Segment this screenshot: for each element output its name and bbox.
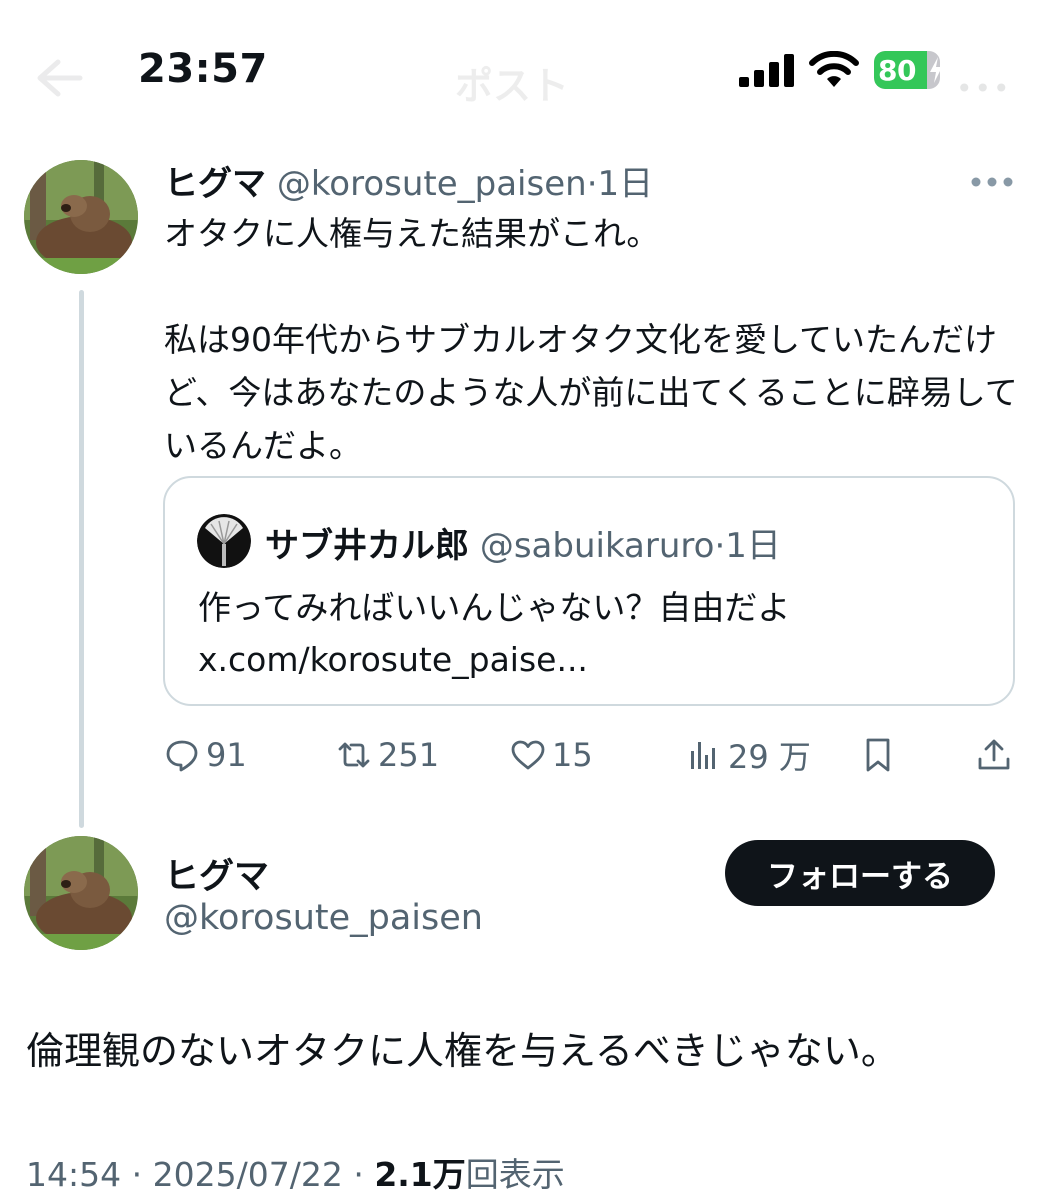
reply-count: 91 <box>206 736 247 774</box>
tweet-header: ヒグマ @korosute_paisen·1日 <box>164 156 653 205</box>
cellular-signal-icon <box>739 54 794 87</box>
reply-author-name[interactable]: ヒグマ <box>164 848 269 899</box>
views-chart-icon <box>691 742 715 769</box>
quote-author-handle: @sabuikaruro <box>479 526 715 566</box>
reply-button[interactable]: 91 <box>164 730 247 780</box>
status-bar: ポスト 23:57 80 ••• <box>0 0 1042 130</box>
follow-button[interactable]: フォローする <box>725 840 995 906</box>
post-meta: 14:54 · 2025/07/22 · 2.1万回表示 <box>26 1148 565 1196</box>
post-time: 14:54 <box>26 1155 122 1194</box>
post-date: 2025/07/22 <box>152 1155 343 1194</box>
share-icon <box>978 739 1010 770</box>
quote-separator-dot: · <box>714 526 726 566</box>
status-time: 23:57 <box>138 46 268 92</box>
separator-dot: · <box>586 164 598 204</box>
thread-line <box>79 290 84 828</box>
author-handle[interactable]: @korosute_paisen <box>277 164 587 204</box>
avatar[interactable] <box>24 160 138 274</box>
quoted-post-card[interactable]: サブ井カル郎 @sabuikaruro·1日 作ってみればいいんじゃない？自由だ… <box>163 476 1015 706</box>
more-options-icon[interactable] <box>970 176 1014 188</box>
fan-logo-image <box>197 514 251 568</box>
charging-bolt-icon <box>930 57 942 83</box>
bookmark-button[interactable] <box>860 730 902 780</box>
reply-avatar[interactable] <box>24 836 138 950</box>
repost-count: 251 <box>378 736 440 774</box>
bookmark-icon <box>866 738 890 772</box>
views-suffix: 回表示 <box>465 1155 565 1194</box>
heart-icon <box>511 740 545 770</box>
author-name[interactable]: ヒグマ <box>164 164 266 204</box>
meta-separator-dot: · <box>353 1155 364 1194</box>
tweet-age[interactable]: 1日 <box>598 164 654 204</box>
post-detail-screen: ポスト 23:57 80 ••• ヒグマ @korosute_paisen·1日… <box>0 0 1042 1200</box>
battery-percent: 80 <box>878 54 916 87</box>
bear-avatar-image <box>24 836 138 950</box>
repost-button[interactable]: 251 <box>336 730 439 780</box>
quote-text: 作ってみればいいんじゃない？自由だよ x.com/korosute_paise.… <box>198 588 791 679</box>
views-total: 2.1万 <box>374 1155 466 1194</box>
like-count: 15 <box>552 736 593 774</box>
tweet-text: オタクに人権与えた結果がこれ。 私は90年代からサブカルオタク文化を愛していたん… <box>164 214 1018 465</box>
repost-icon <box>338 742 370 768</box>
bear-avatar-image <box>24 160 138 274</box>
action-bar: 91 251 15 29 万 <box>164 730 1024 780</box>
wifi-icon <box>809 51 859 87</box>
quote-avatar <box>197 514 251 568</box>
nav-title: ポスト <box>455 64 570 108</box>
views-count: 29 万 <box>728 738 811 776</box>
quote-author-name: サブ井カル郎 <box>265 526 469 566</box>
reply-icon <box>166 740 198 772</box>
reply-text: 倫理観のないオタクに人権を与えるべきじゃない。 <box>26 1029 899 1073</box>
like-button[interactable]: 15 <box>510 730 593 780</box>
share-button[interactable] <box>976 730 1018 780</box>
reply-author-handle[interactable]: @korosute_paisen <box>164 898 483 938</box>
meta-separator-dot: · <box>131 1155 143 1194</box>
views-button[interactable]: 29 万 <box>686 730 811 780</box>
battery-indicator: 80 <box>874 51 944 89</box>
quote-age: 1日 <box>725 526 781 566</box>
more-menu-faded[interactable]: ••• <box>956 72 1012 105</box>
back-arrow-icon[interactable] <box>34 56 84 100</box>
quote-header: サブ井カル郎 @sabuikaruro·1日 <box>265 518 781 567</box>
